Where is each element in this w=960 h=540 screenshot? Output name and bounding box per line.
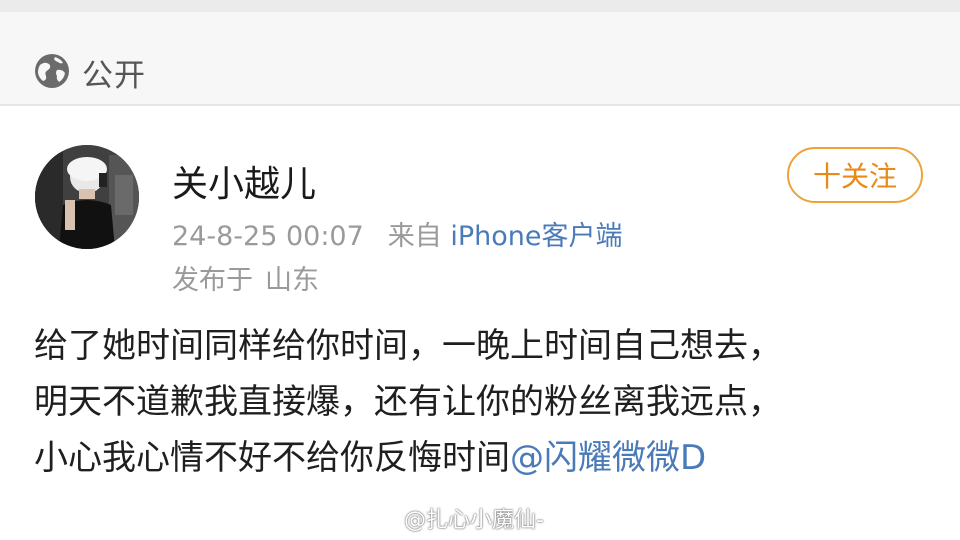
- privacy-bar: 公开: [0, 12, 960, 104]
- username[interactable]: 关小越儿: [172, 155, 316, 207]
- location-info: 发布于 山东: [172, 258, 319, 297]
- post-text-line: 小心我心情不好不给你反悔时间@闪耀微微D: [34, 430, 934, 486]
- post-text-line: 给了她时间同样给你时间，一晚上时间自己想去，: [34, 326, 782, 366]
- post-text-line: 明天不道歉我直接爆，还有让你的粉丝离我远点，: [34, 382, 782, 422]
- watermark-text: @扎心小魔仙-: [404, 508, 544, 533]
- post-text-segment: 小心我心情不好不给你反悔时间: [34, 438, 510, 478]
- follow-button[interactable]: 十关注: [787, 147, 923, 203]
- timestamp: 24-8-25 00:07: [172, 221, 364, 252]
- globe-icon: [35, 54, 69, 88]
- divider: [0, 104, 960, 106]
- avatar[interactable]: [35, 145, 139, 249]
- follow-label: 十关注: [812, 160, 897, 193]
- location-label: 发布于: [172, 265, 253, 296]
- post-text: 给了她时间同样给你时间，一晚上时间自己想去， 明天不道歉我直接爆，还有让你的粉丝…: [34, 318, 934, 486]
- mention-link[interactable]: @闪耀微微D: [510, 438, 706, 478]
- top-strip: [0, 0, 960, 12]
- post-meta: 24-8-25 00:07 来自 iPhone客户端: [172, 214, 623, 253]
- watermark: @扎心小魔仙-: [374, 502, 544, 534]
- location-value: 山东: [265, 265, 319, 296]
- weibo-logo-icon: [374, 512, 399, 531]
- privacy-label: 公开: [82, 58, 146, 94]
- source-label: 来自: [387, 221, 442, 252]
- client-link[interactable]: iPhone客户端: [450, 221, 622, 252]
